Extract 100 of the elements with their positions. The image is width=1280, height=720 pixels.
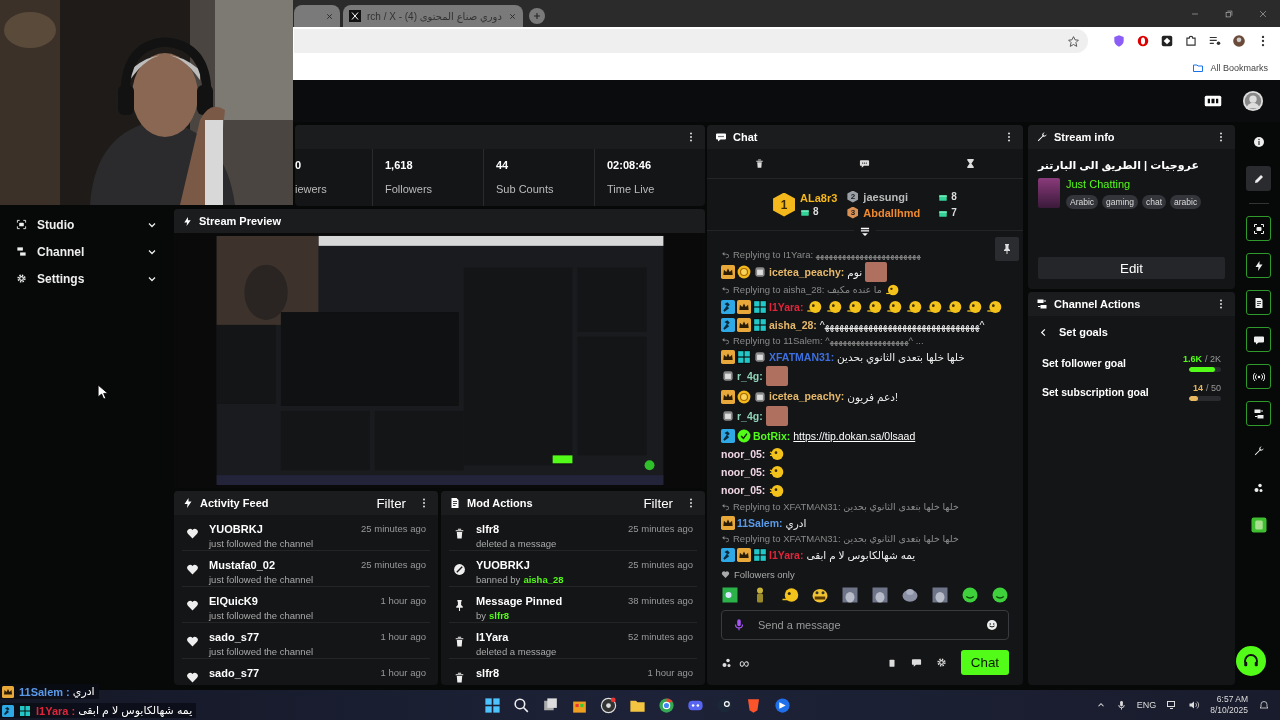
smiley-emote[interactable]: [991, 586, 1009, 604]
tag[interactable]: chat: [1142, 195, 1167, 209]
folder-icon: [1192, 61, 1205, 74]
microphone-icon[interactable]: [1115, 699, 1127, 711]
trash-icon[interactable]: [754, 158, 766, 169]
photo-emote[interactable]: [841, 586, 859, 604]
sidebar-item[interactable]: Channel: [2, 238, 172, 265]
chat-username[interactable]: 11Salem:: [737, 516, 783, 529]
restore-icon[interactable]: [1224, 8, 1234, 19]
grin-emote[interactable]: [811, 586, 829, 604]
emote-image: [765, 366, 788, 387]
back-link[interactable]: Set goals: [1038, 326, 1108, 338]
chat-username[interactable]: noor_05:: [721, 466, 766, 479]
coin-emote: [886, 299, 903, 316]
chat-username[interactable]: icetea_peachy:: [769, 390, 845, 403]
sidebar-item[interactable]: Studio: [2, 211, 172, 238]
language-indicator[interactable]: ENG: [1136, 700, 1157, 710]
frog-card-emote[interactable]: [721, 586, 739, 604]
chat-username[interactable]: r_4g:: [737, 370, 763, 383]
start-icon[interactable]: [483, 695, 502, 715]
chat-username[interactable]: noor_05:: [721, 484, 766, 497]
dots-icon[interactable]: [721, 656, 733, 669]
clock-date[interactable]: 8/10/2025: [1210, 705, 1248, 716]
star-icon[interactable]: [1067, 34, 1080, 48]
filter-button[interactable]: Filter: [370, 493, 412, 513]
avatar-icon[interactable]: [1242, 90, 1264, 112]
bell-icon[interactable]: [1258, 699, 1270, 711]
tag[interactable]: Arabic: [1066, 195, 1099, 209]
speaker-icon[interactable]: [1188, 699, 1201, 711]
close-icon[interactable]: [507, 11, 517, 21]
message-field[interactable]: Send a message: [721, 610, 1009, 640]
app-icon[interactable]: [773, 695, 792, 715]
chat-username[interactable]: I1Yara:: [769, 549, 804, 561]
recorder-icon[interactable]: [599, 695, 618, 715]
screen-capture-button[interactable]: [1246, 216, 1271, 241]
goal-label[interactable]: Set follower goal: [1042, 356, 1126, 369]
blob-emote[interactable]: [901, 586, 919, 604]
pin-button[interactable]: [995, 237, 1019, 261]
wrench-icon: [1252, 444, 1265, 457]
circle-icon[interactable]: [1136, 34, 1150, 48]
leaderboard-user[interactable]: Abdallhmd: [863, 206, 934, 219]
smiley-emote[interactable]: [961, 586, 979, 604]
hourglass-icon[interactable]: [964, 158, 976, 169]
user-link[interactable]: slfr8: [489, 610, 510, 621]
message-input[interactable]: Send a message: [756, 618, 976, 632]
close-icon[interactable]: [325, 11, 334, 21]
coin-emote[interactable]: [781, 586, 799, 604]
close-icon[interactable]: [1258, 8, 1268, 19]
emoji-icon[interactable]: [986, 619, 998, 631]
chat-username[interactable]: XFATMAN31:: [769, 351, 835, 364]
chat-icon[interactable]: [910, 657, 922, 668]
media-icon[interactable]: [1208, 34, 1222, 48]
broadcast-button[interactable]: [1246, 364, 1271, 389]
chat-button[interactable]: Chat: [960, 650, 1009, 675]
chat-button[interactable]: [1246, 327, 1271, 352]
category-link[interactable]: Just Chatting: [1066, 178, 1202, 190]
new-tab-button[interactable]: [528, 8, 545, 24]
leaderboard-user[interactable]: jaesungi: [863, 190, 934, 203]
address-field[interactable]: [294, 29, 1088, 53]
lightning-button[interactable]: [1246, 253, 1271, 278]
diamond-icon[interactable]: [1160, 34, 1174, 48]
crown-badge: [721, 515, 735, 530]
edit-button[interactable]: Edit: [1038, 257, 1225, 279]
chat-link[interactable]: https://tip.dokan.sa/0lsaad: [793, 429, 916, 442]
filter-button[interactable]: Filter: [637, 493, 679, 513]
chat-username[interactable]: BotRix:: [753, 429, 791, 442]
tag[interactable]: arabic: [1170, 195, 1202, 209]
chat-username[interactable]: icetea_peachy:: [769, 265, 845, 278]
feed-time: 25 minutes ago: [361, 559, 426, 570]
document-button[interactable]: [1246, 290, 1271, 315]
chat-username[interactable]: I1Yara:: [769, 301, 804, 314]
settings-icon[interactable]: [935, 657, 947, 668]
chat-username[interactable]: noor_05:: [721, 448, 766, 461]
goal-label[interactable]: Set subscription goal: [1042, 385, 1149, 398]
help-button[interactable]: [1236, 646, 1266, 676]
chat-username[interactable]: aisha_28:: [769, 319, 817, 332]
bookmarks-link[interactable]: All Bookmarks: [1210, 62, 1268, 73]
search-icon[interactable]: [512, 695, 531, 715]
tag[interactable]: gaming: [1102, 195, 1138, 209]
leaderboard-user[interactable]: ALa8r3: [800, 192, 838, 204]
verified-badge: [737, 428, 751, 443]
chat-message: دعم فريون!: [847, 390, 898, 403]
channel-actions-button[interactable]: [1246, 401, 1271, 426]
gift-count: 8: [813, 206, 819, 217]
pencil-button[interactable]: [1246, 166, 1271, 191]
extensions-icon[interactable]: [1184, 34, 1198, 48]
sidebar-item[interactable]: Settings: [2, 265, 172, 292]
collapse-icon[interactable]: [858, 225, 872, 239]
avatar-icon[interactable]: [1232, 34, 1246, 48]
browser-icon[interactable]: [657, 695, 676, 715]
user-link[interactable]: aisha_28: [523, 574, 564, 585]
browser-tab[interactable]: [294, 5, 340, 27]
photo-emote[interactable]: [871, 586, 889, 604]
clock-time[interactable]: 6:57 AM: [1216, 694, 1248, 705]
feed-detail: deleted a message: [476, 646, 558, 657]
chat-username[interactable]: r_4g:: [737, 409, 763, 422]
chat-icon[interactable]: [859, 158, 871, 169]
shield-icon[interactable]: [1112, 34, 1126, 48]
photo-emote[interactable]: [931, 586, 949, 604]
gift-badge: [753, 350, 767, 365]
